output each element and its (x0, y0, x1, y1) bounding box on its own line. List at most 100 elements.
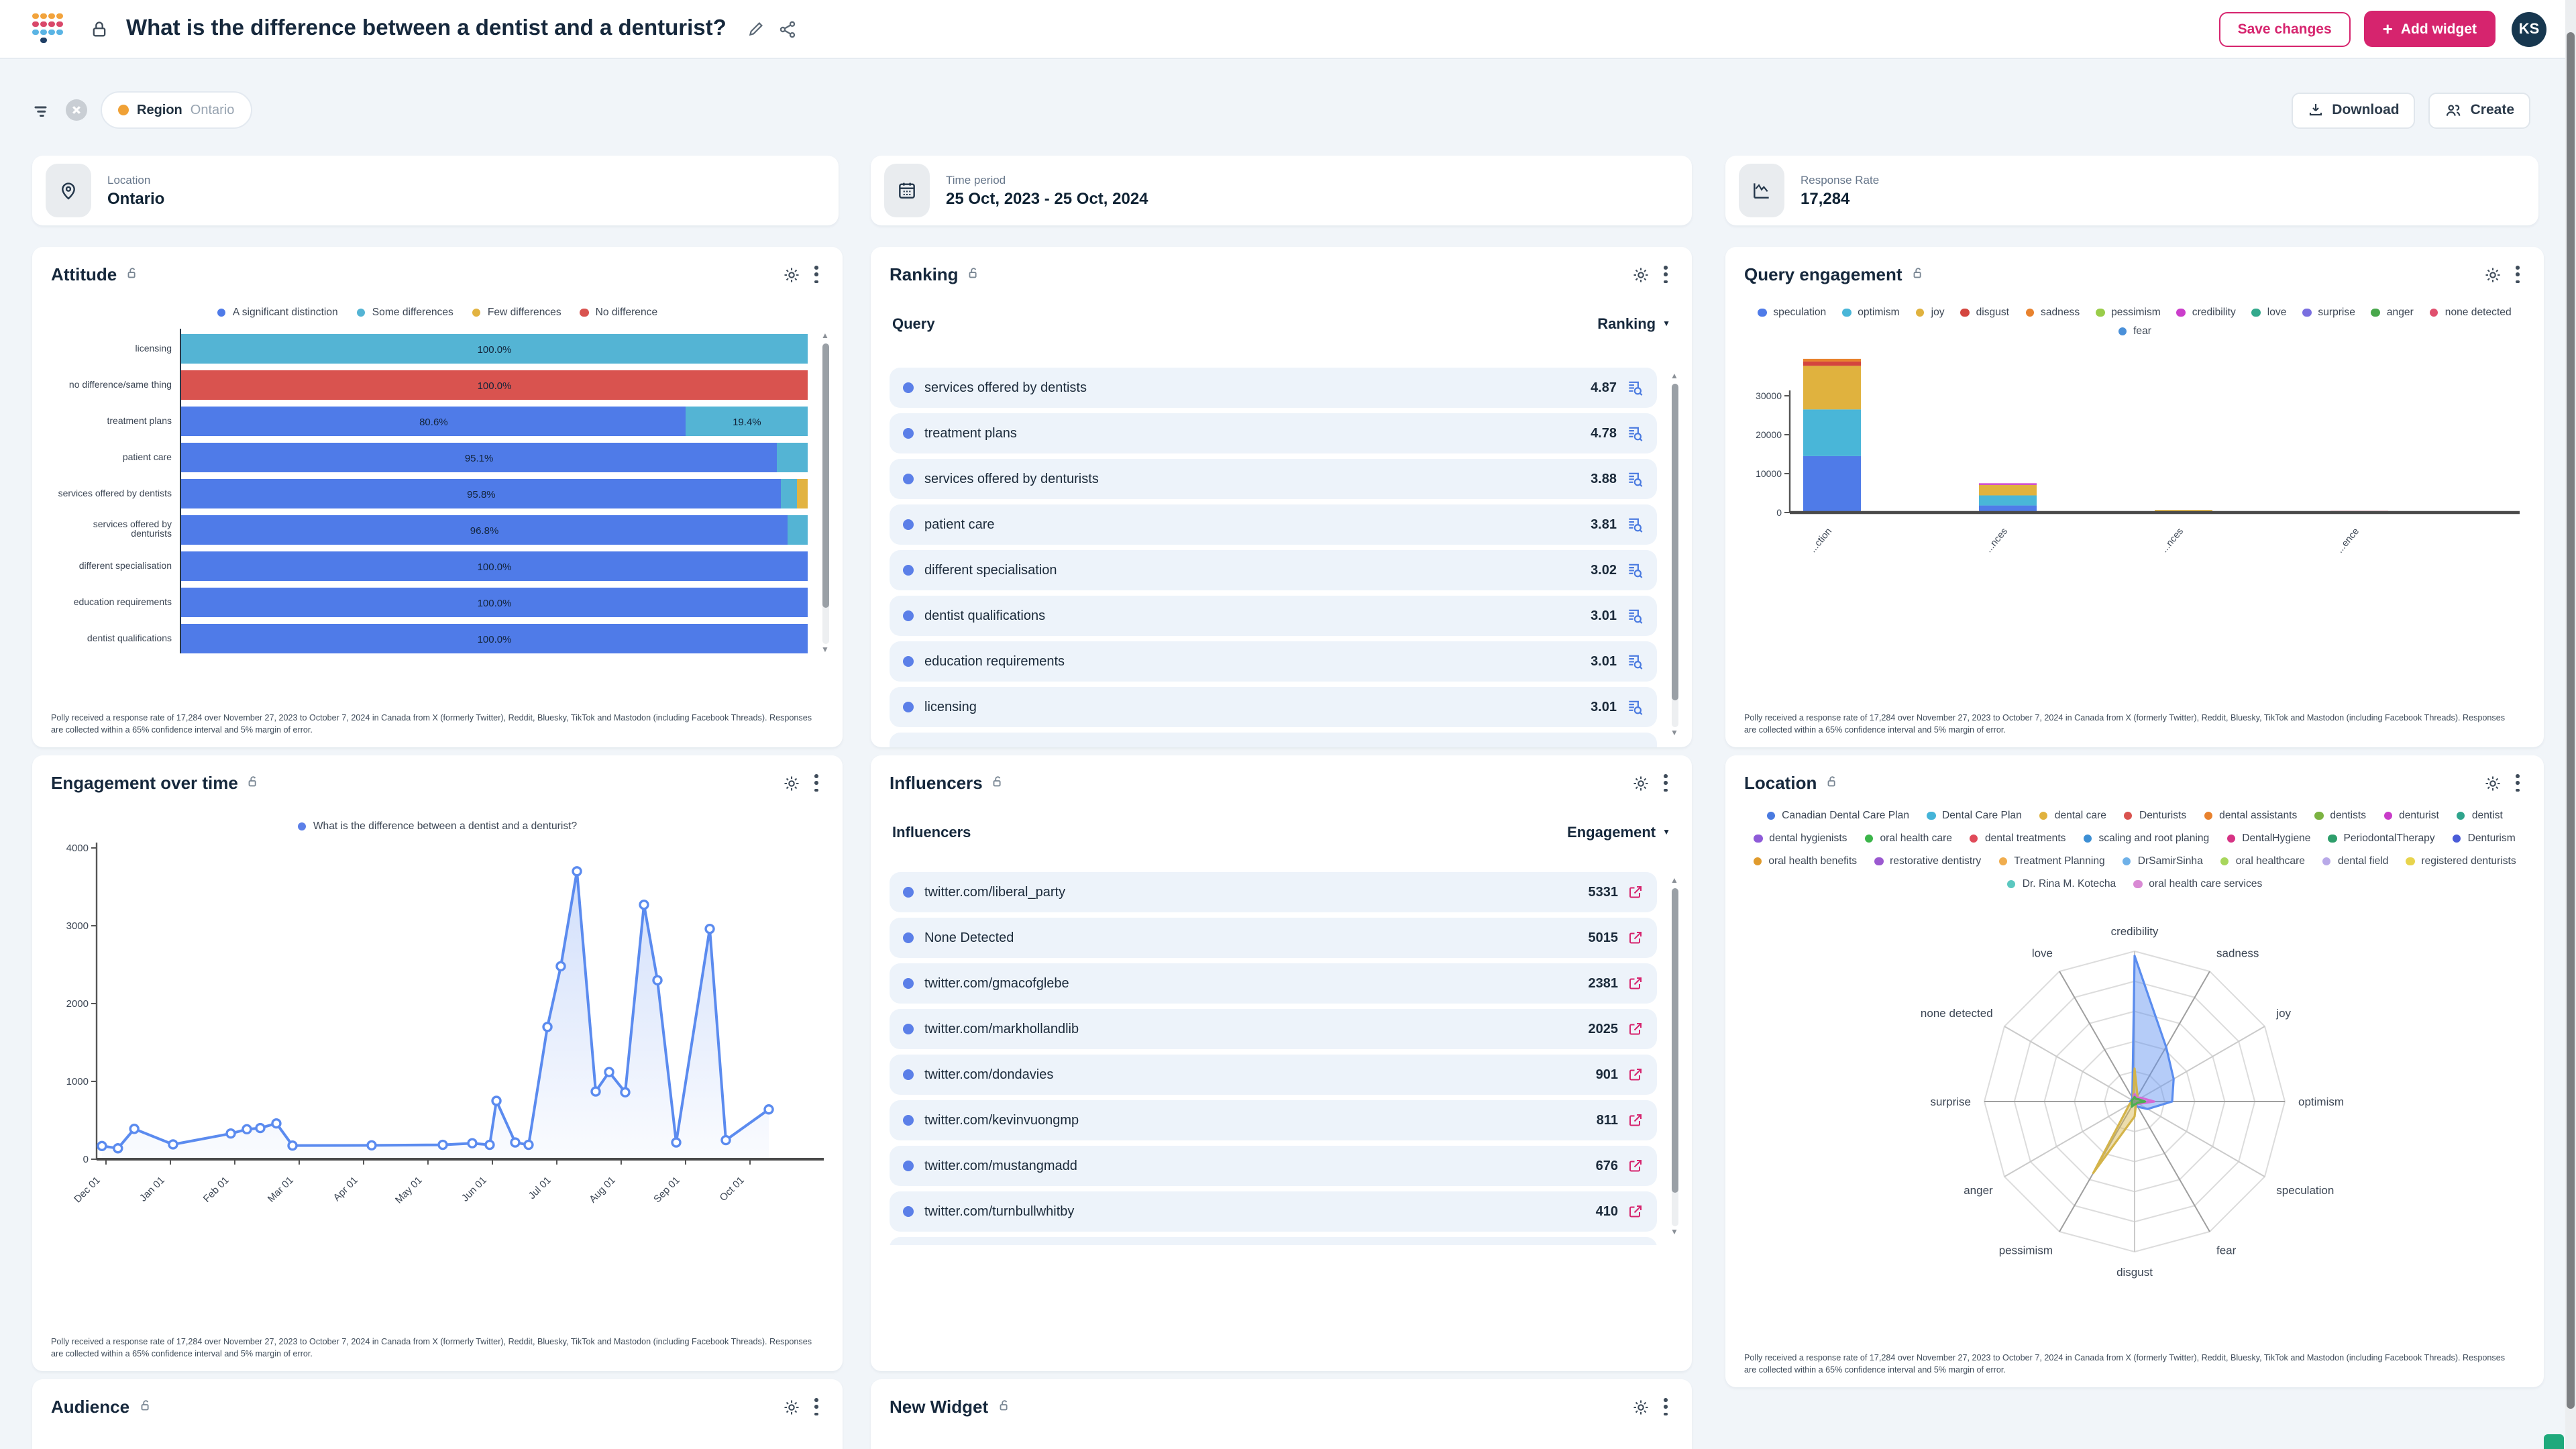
column-header-ranking[interactable]: Ranking (1597, 317, 1656, 333)
list-item[interactable]: twitter.com/liberal_party 5331 (890, 872, 1657, 912)
edit-pencil-icon[interactable] (743, 15, 769, 42)
item-value: 4.78 (1591, 426, 1617, 441)
item-label: patient care (924, 517, 1591, 532)
bar-segment[interactable]: 95.1% (181, 443, 777, 473)
clear-filters-icon[interactable] (66, 99, 87, 121)
external-link-icon[interactable] (1627, 884, 1644, 900)
chat-launcher[interactable] (2544, 1434, 2564, 1449)
item-value: 811 (1597, 1113, 1618, 1128)
radar-axis-label: disgust (2116, 1267, 2153, 1279)
bar-segment[interactable] (797, 480, 808, 509)
settings-gear-icon[interactable] (782, 773, 801, 792)
page-scrollbar[interactable] (2565, 0, 2576, 1449)
bar-segment[interactable]: 100.0% (181, 588, 808, 618)
kebab-menu-icon[interactable] (806, 770, 826, 796)
list-item[interactable]: twitter.com/mustangmadd 676 (890, 1146, 1657, 1186)
bar-segment[interactable]: 100.0% (181, 552, 808, 582)
column-header-influencers: Influencers (892, 826, 971, 842)
filter-bar: Region Ontario Download Create (32, 90, 2530, 130)
list-item[interactable]: education requirements 3.01 (890, 641, 1657, 682)
kebab-menu-icon[interactable] (806, 262, 826, 288)
list-item[interactable]: dentist qualifications 3.01 (890, 596, 1657, 636)
download-button[interactable]: Download (2292, 92, 2415, 128)
external-link-icon[interactable] (1627, 930, 1644, 946)
kebab-menu-icon[interactable] (1656, 770, 1676, 796)
list-item[interactable]: twitter.com/kevinvuongmp 811 (890, 1100, 1657, 1140)
external-link-icon[interactable] (1627, 1112, 1644, 1128)
settings-gear-icon[interactable] (1631, 773, 1650, 792)
app-logo[interactable] (32, 13, 64, 45)
view-mentions-icon[interactable] (1626, 698, 1644, 716)
radar-axis-label: joy (2275, 1008, 2291, 1020)
sort-caret-icon[interactable]: ▼ (1662, 830, 1670, 838)
item-label: treatment plans (924, 426, 1591, 441)
view-mentions-icon[interactable] (1626, 561, 1644, 579)
bar-segment[interactable]: 100.0% (181, 335, 808, 364)
share-icon[interactable] (775, 15, 802, 42)
save-changes-button[interactable]: Save changes (2219, 11, 2351, 46)
list-item[interactable]: twitter.com/gmacofglebe 2381 (890, 963, 1657, 1004)
list-scrollbar[interactable]: ▲▼ (1668, 877, 1681, 1237)
list-item[interactable]: None Detected 5015 (890, 918, 1657, 958)
external-link-icon[interactable] (1627, 1021, 1644, 1037)
list-item[interactable]: twitter.com/turnbullwhitby 410 (890, 1191, 1657, 1232)
list-scrollbar[interactable]: ▲▼ (1668, 373, 1681, 738)
view-mentions-icon[interactable] (1626, 425, 1644, 442)
kebab-menu-icon[interactable] (806, 1394, 826, 1420)
bar-segment[interactable]: 80.6% (181, 407, 686, 437)
view-mentions-icon[interactable] (1626, 470, 1644, 488)
bar-segment[interactable]: 100.0% (181, 371, 808, 400)
kebab-menu-icon[interactable] (1656, 262, 1676, 288)
list-item[interactable]: twitter.com/markhollandlib 2025 (890, 1009, 1657, 1049)
settings-gear-icon[interactable] (1631, 265, 1650, 284)
avatar[interactable]: KS (2512, 11, 2546, 46)
view-mentions-icon[interactable] (1626, 516, 1644, 533)
view-mentions-icon[interactable] (1626, 653, 1644, 670)
list-item[interactable]: licensing 3.01 (890, 687, 1657, 727)
add-widget-button[interactable]: +Add widget (2364, 11, 2496, 47)
region-filter-chip[interactable]: Region Ontario (101, 91, 252, 129)
list-item[interactable]: twitter.com/dondavies 901 (890, 1055, 1657, 1095)
kebab-menu-icon[interactable] (2508, 262, 2528, 288)
list-item[interactable]: patient care 3.81 (890, 504, 1657, 545)
settings-gear-icon[interactable] (782, 1397, 801, 1416)
sort-caret-icon[interactable]: ▼ (1662, 321, 1670, 329)
chart-scrollbar[interactable]: ▲▼ (818, 333, 832, 655)
list-item[interactable] (890, 733, 1657, 747)
list-item[interactable]: different specialisation 3.02 (890, 550, 1657, 590)
svg-text:Dec 01: Dec 01 (72, 1175, 103, 1206)
bar-segment[interactable]: 96.8% (181, 516, 788, 545)
view-mentions-icon[interactable] (1626, 379, 1644, 396)
radar-axis-label: love (2032, 947, 2053, 960)
widget-title: New Widget (890, 1397, 988, 1417)
legend-item: dental field (2322, 855, 2388, 867)
create-button[interactable]: Create (2429, 92, 2530, 128)
external-link-icon[interactable] (1627, 1067, 1644, 1083)
kebab-menu-icon[interactable] (2508, 770, 2528, 796)
bar-segment[interactable] (777, 443, 808, 473)
bar-segment[interactable]: 95.8% (181, 480, 782, 509)
column-header-engagement[interactable]: Engagement (1567, 826, 1656, 842)
kebab-menu-icon[interactable] (1656, 1394, 1676, 1420)
external-link-icon[interactable] (1627, 1158, 1644, 1174)
bar-segment[interactable]: 100.0% (181, 625, 808, 654)
item-label: twitter.com/kevinvuongmp (924, 1113, 1597, 1128)
list-item[interactable]: treatment plans 4.78 (890, 413, 1657, 453)
legend-item: love (2252, 307, 2287, 319)
filter-icon[interactable] (32, 100, 52, 120)
list-item[interactable]: services offered by dentists 4.87 (890, 368, 1657, 408)
settings-gear-icon[interactable] (2483, 773, 2502, 792)
external-link-icon[interactable] (1627, 1203, 1644, 1220)
settings-gear-icon[interactable] (1631, 1397, 1650, 1416)
bar-segment[interactable]: 19.4% (686, 407, 808, 437)
bar-segment[interactable] (782, 480, 797, 509)
list-item[interactable] (890, 1237, 1657, 1245)
item-label: twitter.com/gmacofglebe (924, 976, 1589, 991)
external-link-icon[interactable] (1627, 975, 1644, 991)
list-item[interactable]: services offered by denturists 3.88 (890, 459, 1657, 499)
bar-segment[interactable] (788, 516, 808, 545)
radar-axis-label: sadness (2216, 947, 2259, 960)
view-mentions-icon[interactable] (1626, 607, 1644, 625)
settings-gear-icon[interactable] (2483, 265, 2502, 284)
settings-gear-icon[interactable] (782, 265, 801, 284)
